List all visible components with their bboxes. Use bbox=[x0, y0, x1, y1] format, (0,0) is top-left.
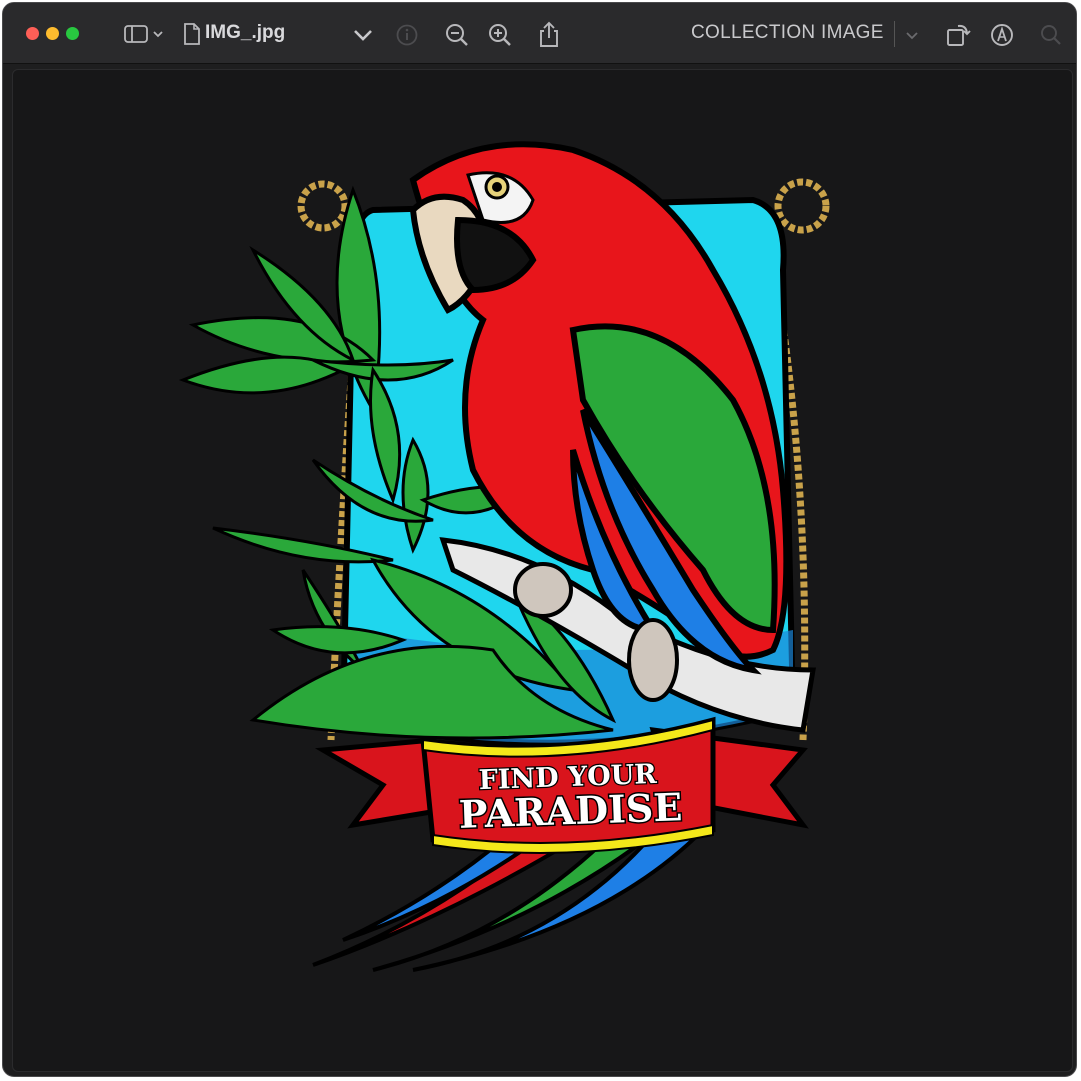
zoom-in-icon bbox=[489, 24, 511, 46]
markup-icon bbox=[991, 24, 1013, 46]
info-button[interactable] bbox=[395, 23, 419, 47]
chevron-down-icon bbox=[906, 32, 918, 40]
preview-window: IMG_.jpg COLLECTION IMAGE FIND YOUR PARA… bbox=[2, 2, 1077, 1077]
banner-line2: PARADISE bbox=[458, 784, 683, 837]
markup-button[interactable] bbox=[989, 22, 1015, 48]
close-window-button[interactable] bbox=[26, 27, 39, 40]
zoom-in-button[interactable] bbox=[487, 22, 513, 48]
document-icon bbox=[181, 21, 203, 47]
collection-menu-button[interactable] bbox=[902, 25, 922, 45]
rotate-icon bbox=[947, 24, 971, 46]
chevron-down-icon bbox=[354, 30, 372, 41]
minimize-window-button[interactable] bbox=[46, 27, 59, 40]
collection-label: COLLECTION IMAGE bbox=[691, 22, 884, 43]
search-icon bbox=[1041, 25, 1061, 45]
zoom-out-icon bbox=[446, 24, 468, 46]
window-title[interactable]: IMG_.jpg bbox=[205, 22, 285, 44]
image-canvas[interactable]: FIND YOUR PARADISE bbox=[12, 69, 1073, 1072]
zoom-window-button[interactable] bbox=[66, 27, 79, 40]
toolbar: IMG_.jpg COLLECTION IMAGE bbox=[3, 3, 1076, 64]
zoom-out-button[interactable] bbox=[444, 22, 470, 48]
share-icon bbox=[540, 21, 558, 47]
sidebar-toggle-button[interactable] bbox=[121, 21, 169, 47]
search-button[interactable] bbox=[1039, 23, 1063, 47]
info-icon bbox=[396, 24, 418, 46]
rotate-button[interactable] bbox=[944, 20, 972, 48]
title-menu-button[interactable] bbox=[351, 23, 375, 47]
toolbar-separator bbox=[894, 21, 895, 47]
share-button[interactable] bbox=[536, 20, 562, 48]
parrot-artwork: FIND YOUR PARADISE bbox=[178, 141, 830, 972]
sidebar-icon bbox=[124, 25, 163, 43]
